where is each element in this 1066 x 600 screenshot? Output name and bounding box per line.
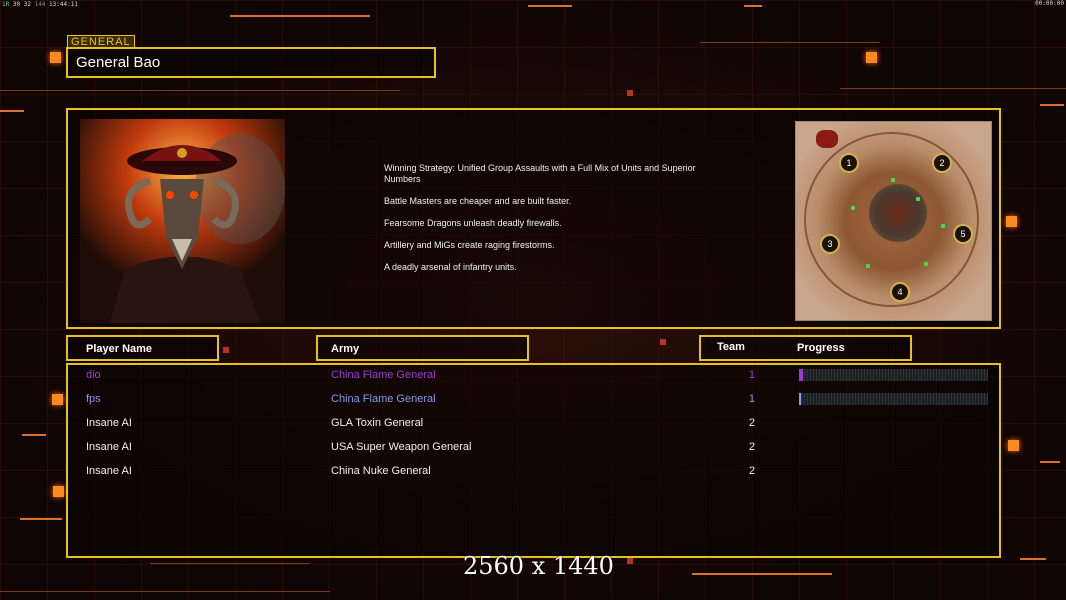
clock: 00:00:00 [1035, 0, 1064, 7]
column-header-progress: Progress [797, 342, 845, 354]
deco-line [840, 88, 1066, 89]
progress-fill [799, 393, 801, 405]
player-army: China Nuke General [331, 465, 431, 477]
map-preview[interactable]: 1 2 3 4 5 [795, 121, 992, 321]
deco-line [700, 42, 880, 43]
deco-square [1008, 440, 1019, 451]
resource-marker [851, 206, 855, 210]
start-position-4[interactable]: 4 [890, 282, 910, 302]
player-name: Insane AI [86, 417, 132, 429]
loading-progress-bar [799, 369, 988, 381]
start-position-3[interactable]: 3 [820, 234, 840, 254]
loading-progress-bar [799, 393, 988, 405]
debug-status-bar: 1R 30 32 144 13:44:11 [2, 1, 78, 8]
player-team: 2 [748, 441, 755, 453]
deco-square [660, 339, 666, 345]
resource-marker [941, 224, 945, 228]
player-row: Insane AI GLA Toxin General 2 [68, 413, 999, 437]
deco-line [1040, 461, 1060, 463]
resource-marker [916, 197, 920, 201]
resolution-watermark: 2560 x 1440 [463, 552, 614, 580]
map-center-base [869, 184, 927, 242]
progress-fill [799, 369, 803, 381]
column-header-player-label: Player Name [86, 343, 153, 355]
player-team: 2 [748, 417, 755, 429]
deco-line [0, 110, 24, 112]
resource-marker [891, 178, 895, 182]
player-name: Insane AI [86, 441, 132, 453]
resource-marker [924, 262, 928, 266]
player-row: fps China Flame General 1 [68, 389, 999, 413]
deco-square [866, 52, 877, 63]
deco-line [744, 5, 762, 7]
portrait-image [80, 119, 285, 323]
column-header-army-label: Army [331, 343, 360, 355]
column-header-army: Army [316, 335, 529, 361]
player-army: China Flame General [331, 393, 436, 405]
player-row: Insane AI China Nuke General 2 [68, 461, 999, 485]
map-lava [816, 130, 838, 148]
deco-square [50, 52, 61, 63]
deco-square [53, 486, 64, 497]
deco-square [627, 90, 633, 96]
player-row: dio China Flame General 1 [68, 365, 999, 389]
player-name: dio [86, 369, 101, 381]
deco-line [1040, 104, 1064, 106]
description-line: A deadly arsenal of infantry units. [384, 262, 517, 272]
player-team: 1 [748, 393, 755, 405]
deco-square [1006, 216, 1017, 227]
player-army: USA Super Weapon General [331, 441, 472, 453]
resource-marker [866, 264, 870, 268]
players-list: dio China Flame General 1 fps China Flam… [66, 363, 1001, 558]
general-name-box: General Bao [66, 47, 436, 78]
general-name: General Bao [76, 54, 161, 71]
player-name: fps [86, 393, 101, 405]
general-description: Winning Strategy: Unified Group Assaults… [384, 163, 714, 284]
player-army: China Flame General [331, 369, 436, 381]
deco-line [528, 5, 572, 7]
deco-line [0, 591, 330, 592]
strategy-text: Winning Strategy: Unified Group Assaults… [384, 163, 696, 184]
deco-line [230, 15, 370, 17]
column-header-team-progress: Team Progress [699, 335, 912, 361]
player-name: Insane AI [86, 465, 132, 477]
player-team: 2 [748, 465, 755, 477]
start-position-1[interactable]: 1 [839, 153, 859, 173]
column-header-player: Player Name [66, 335, 219, 361]
description-line: Artillery and MiGs create raging firesto… [384, 240, 555, 250]
deco-line [1020, 558, 1046, 560]
deco-square [52, 394, 63, 405]
deco-line [0, 90, 400, 91]
player-row: Insane AI USA Super Weapon General 2 [68, 437, 999, 461]
description-line: Battle Masters are cheaper and are built… [384, 196, 572, 206]
deco-line [22, 434, 46, 436]
deco-line [150, 563, 310, 564]
general-info-panel: Winning Strategy: Unified Group Assaults… [66, 108, 1001, 329]
deco-line [692, 573, 832, 575]
deco-square [627, 558, 633, 564]
deco-square [223, 347, 229, 353]
player-team: 1 [748, 369, 755, 381]
start-position-2[interactable]: 2 [932, 153, 952, 173]
deco-line [20, 518, 62, 520]
column-header-team: Team [717, 341, 745, 353]
start-position-5[interactable]: 5 [953, 224, 973, 244]
description-line: Fearsome Dragons unleash deadly firewall… [384, 218, 562, 228]
general-portrait [80, 119, 285, 323]
player-army: GLA Toxin General [331, 417, 424, 429]
